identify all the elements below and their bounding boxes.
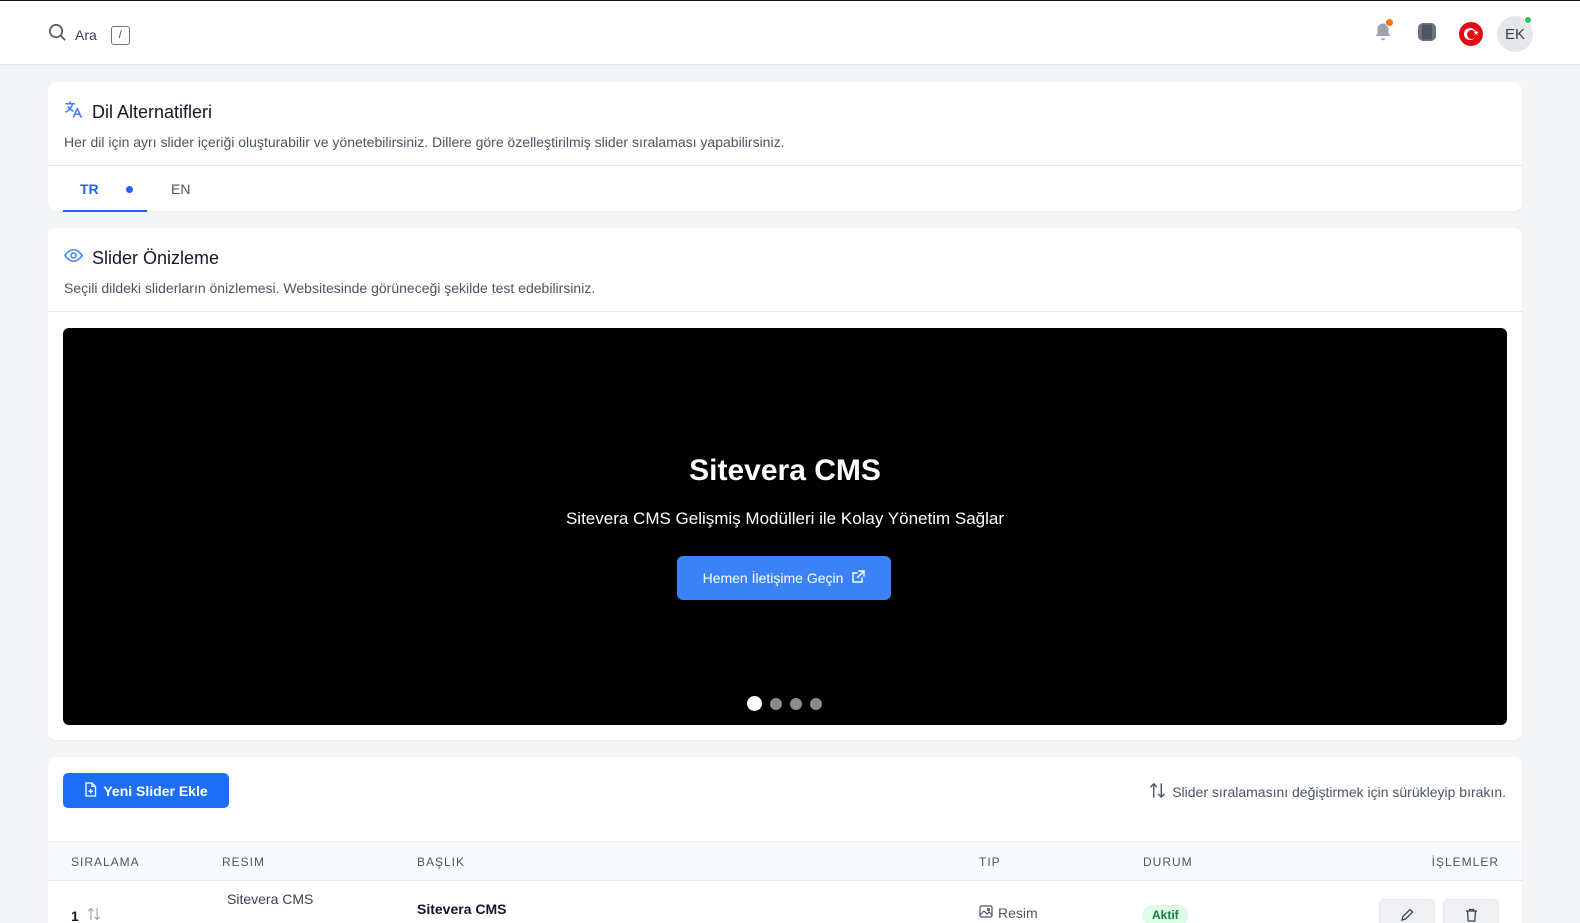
row-image: Sitevera CMS (227, 891, 314, 907)
external-link-icon (843, 569, 866, 587)
status-badge: Aktif (1143, 905, 1188, 923)
add-slider-button[interactable]: Yeni Slider Ekle (63, 773, 229, 808)
slide-title: Sitevera CMS (689, 454, 881, 487)
add-slider-label: Yeni Slider Ekle (103, 782, 208, 799)
top-actions: ★ EK (1357, 16, 1533, 52)
turkey-flag-icon: ★ (1459, 22, 1483, 46)
slide-dot-3[interactable] (790, 697, 802, 710)
top-bar: Ara / ★ EK (0, 0, 1580, 65)
tab-tr[interactable]: TR (63, 166, 147, 212)
language-tabs: TR EN (63, 166, 190, 212)
slide-dot-1[interactable] (747, 696, 762, 711)
column-header-image: RESIM (222, 855, 266, 869)
tab-label: TR (80, 181, 99, 197)
eye-icon (64, 246, 83, 270)
column-header-order[interactable]: SIRALAMA (71, 855, 140, 869)
slider-preview-card: Slider Önizleme Seçili dildeki sliderlar… (48, 228, 1522, 740)
trash-icon (1465, 908, 1478, 923)
divider (48, 311, 1522, 312)
column-header-actions: İŞLEMLER (1431, 855, 1499, 869)
divider (48, 165, 1522, 166)
translate-icon (64, 100, 83, 124)
slider-pagination (747, 696, 830, 711)
tab-label: EN (171, 181, 191, 197)
delete-button[interactable] (1443, 899, 1499, 923)
edit-button[interactable] (1379, 899, 1435, 923)
card-description: Seçili dildeki sliderların önizlemesi. W… (64, 280, 596, 296)
row-type: Resim (998, 905, 1038, 921)
reorder-hint-text: Slider sıralamasını değiştirmek için sür… (1172, 784, 1506, 800)
slide-cta-label: Hemen İletişime Geçin (702, 570, 844, 586)
language-button[interactable]: ★ (1453, 16, 1489, 52)
avatar-initials: EK (1504, 25, 1525, 43)
user-avatar[interactable]: EK (1497, 16, 1533, 52)
pencil-icon (1400, 908, 1414, 923)
row-order: 1 (71, 907, 79, 923)
card-title: Slider Önizleme (92, 247, 220, 268)
sort-arrows-icon (1149, 782, 1172, 802)
column-header-title[interactable]: BAŞLIK (417, 855, 465, 869)
slide-subtitle: Sitevera CMS Gelişmiş Modülleri ile Kola… (565, 509, 1005, 528)
active-language-dot (125, 185, 133, 193)
reorder-hint: Slider sıralamasını değiştirmek için sür… (1149, 782, 1506, 802)
tab-en[interactable]: EN (147, 166, 190, 212)
file-plus-icon (84, 781, 103, 800)
card-description: Her dil için ayrı slider içeriği oluştur… (64, 134, 785, 150)
theme-toggle-button[interactable] (1409, 16, 1445, 52)
slide-cta-button[interactable]: Hemen İletişime Geçin (677, 556, 891, 600)
slider-list-card: Yeni Slider Ekle Slider sıralamasını değ… (48, 757, 1522, 923)
table-row[interactable]: 1 Sitevera CMS Sitevera CMS Resim Aktif (48, 881, 1522, 923)
drag-handle-icon[interactable] (87, 907, 101, 923)
row-title: Sitevera CMS (417, 901, 507, 917)
search-trigger[interactable]: Ara / (48, 23, 130, 47)
theme-icon (1416, 22, 1438, 47)
card-title: Dil Alternatifleri (92, 101, 213, 122)
image-icon (979, 905, 993, 921)
language-alternatives-card: Dil Alternatifleri Her dil için ayrı sli… (48, 82, 1522, 212)
search-shortcut-key: / (110, 25, 130, 45)
notification-badge (1385, 18, 1394, 27)
online-status-dot (1524, 16, 1532, 24)
column-header-status[interactable]: DURUM (1143, 855, 1193, 869)
slider-preview[interactable]: Sitevera CMS Sitevera CMS Gelişmiş Modül… (63, 328, 1507, 725)
slide-dot-2[interactable] (770, 697, 782, 710)
search-icon (48, 23, 67, 47)
notifications-button[interactable] (1365, 16, 1401, 52)
table-header: SIRALAMA RESIM BAŞLIK TIP DURUM İŞLEMLER (48, 841, 1522, 881)
column-header-type[interactable]: TIP (979, 855, 1001, 869)
search-label: Ara (75, 27, 97, 43)
slide-dot-4[interactable] (810, 697, 822, 710)
